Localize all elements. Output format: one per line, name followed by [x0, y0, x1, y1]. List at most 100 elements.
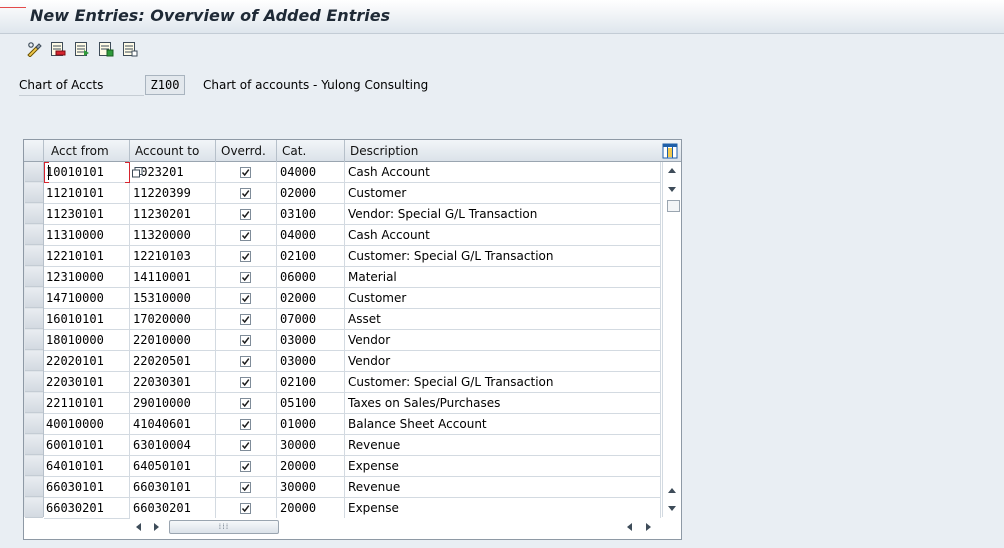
account-to-cell[interactable]: 63010004	[130, 435, 216, 456]
acct-from-cell[interactable]: 60010101	[44, 435, 130, 456]
override-checkbox[interactable]	[240, 377, 251, 388]
override-checkbox[interactable]	[240, 230, 251, 241]
vertical-scrollbar[interactable]	[662, 162, 681, 517]
account-to-cell[interactable]: 22030301	[130, 372, 216, 393]
acct-from-cell[interactable]: 16010101	[44, 309, 130, 330]
acct-from-cell[interactable]: 11310000	[44, 225, 130, 246]
description-cell[interactable]: Vendor: Special G/L Transaction	[345, 204, 661, 225]
row-selector[interactable]	[25, 456, 43, 476]
row-selector[interactable]	[25, 477, 43, 497]
row-selector[interactable]	[25, 435, 43, 455]
override-checkbox[interactable]	[240, 461, 251, 472]
description-cell[interactable]: Customer	[345, 288, 661, 309]
description-cell[interactable]: Vendor	[345, 351, 661, 372]
category-cell[interactable]: 07000	[277, 309, 345, 330]
category-cell[interactable]: 20000	[277, 498, 345, 519]
override-checkbox[interactable]	[240, 314, 251, 325]
scroll-page-up-icon[interactable]	[668, 488, 676, 493]
category-cell[interactable]: 30000	[277, 435, 345, 456]
override-checkbox[interactable]	[240, 482, 251, 493]
deselect-all-icon[interactable]	[98, 41, 114, 57]
account-to-cell[interactable]: 66030201	[130, 498, 216, 519]
category-cell[interactable]: 02100	[277, 372, 345, 393]
description-cell[interactable]: Customer: Special G/L Transaction	[345, 372, 661, 393]
category-cell[interactable]: 03100	[277, 204, 345, 225]
horizontal-scroll-thumb[interactable]: ⁞⁞⁞	[169, 520, 279, 534]
category-cell[interactable]: 01000	[277, 414, 345, 435]
override-checkbox[interactable]	[240, 398, 251, 409]
acct-from-cell[interactable]: 22020101	[44, 351, 130, 372]
category-cell[interactable]: 30000	[277, 477, 345, 498]
description-cell[interactable]: Taxes on Sales/Purchases	[345, 393, 661, 414]
account-to-cell[interactable]: 11320000	[130, 225, 216, 246]
acct-from-cell[interactable]: 12310000	[44, 267, 130, 288]
category-cell[interactable]: 02000	[277, 183, 345, 204]
account-to-cell[interactable]: 12210103	[130, 246, 216, 267]
account-to-cell[interactable]: 22010000	[130, 330, 216, 351]
override-checkbox[interactable]	[240, 209, 251, 220]
account-to-cell[interactable]: 14110001	[130, 267, 216, 288]
acct-from-cell[interactable]: 18010000	[44, 330, 130, 351]
scroll-up-icon[interactable]	[668, 168, 676, 173]
acct-from-cell[interactable]: 12210101	[44, 246, 130, 267]
row-selector[interactable]	[25, 288, 43, 308]
scroll-right-icon[interactable]	[154, 523, 159, 531]
acct-from-cell[interactable]: 11230101	[44, 204, 130, 225]
acct-from-cell[interactable]: 14710000	[44, 288, 130, 309]
scroll-down-icon[interactable]	[668, 187, 676, 192]
acct-from-cell[interactable]: 64010101	[44, 456, 130, 477]
override-checkbox[interactable]	[240, 293, 251, 304]
description-cell[interactable]: Vendor	[345, 330, 661, 351]
acct-from-cell[interactable]: 22110101	[44, 393, 130, 414]
override-checkbox[interactable]	[240, 251, 251, 262]
override-checkbox[interactable]	[240, 503, 251, 514]
select-all-icon[interactable]	[74, 41, 90, 57]
column-header-overrd[interactable]: Overrd.	[216, 140, 277, 162]
account-to-cell[interactable]: 66030101	[130, 477, 216, 498]
value-help-icon[interactable]	[132, 167, 143, 178]
description-cell[interactable]: Asset	[345, 309, 661, 330]
display-change-icon[interactable]	[26, 41, 42, 57]
category-cell[interactable]: 04000	[277, 225, 345, 246]
description-cell[interactable]: Customer	[345, 183, 661, 204]
description-cell[interactable]: Expense	[345, 498, 661, 519]
account-to-cell[interactable]: 15310000	[130, 288, 216, 309]
scroll-left-icon[interactable]	[136, 523, 141, 531]
row-selector[interactable]	[25, 309, 43, 329]
horizontal-scrollbar[interactable]: ⁞⁞⁞	[130, 518, 661, 538]
select-block-icon[interactable]	[122, 41, 138, 57]
override-checkbox[interactable]	[240, 419, 251, 430]
account-to-cell[interactable]: 17020000	[130, 309, 216, 330]
account-to-cell[interactable]: 64050101	[130, 456, 216, 477]
row-selector[interactable]	[25, 414, 43, 434]
description-cell[interactable]: Cash Account	[345, 225, 661, 246]
delete-entry-icon[interactable]	[50, 41, 66, 57]
account-to-cell[interactable]: 11230201	[130, 204, 216, 225]
override-checkbox[interactable]	[240, 167, 251, 178]
vertical-scroll-thumb[interactable]	[667, 200, 680, 212]
acct-from-cell[interactable]: 66030101	[44, 477, 130, 498]
description-cell[interactable]: Customer: Special G/L Transaction	[345, 246, 661, 267]
description-cell[interactable]: Revenue	[345, 435, 661, 456]
category-cell[interactable]: 03000	[277, 330, 345, 351]
category-cell[interactable]: 04000	[277, 162, 345, 183]
category-cell[interactable]: 02100	[277, 246, 345, 267]
acct-from-cell[interactable]: 66030201	[44, 498, 130, 519]
override-checkbox[interactable]	[240, 188, 251, 199]
row-selector[interactable]	[25, 225, 43, 245]
column-header-acct-from[interactable]: Acct from	[44, 140, 130, 162]
table-settings-icon[interactable]	[662, 143, 678, 159]
category-cell[interactable]: 02000	[277, 288, 345, 309]
scroll-page-down-icon[interactable]	[668, 506, 676, 511]
column-header-description[interactable]: Description	[345, 140, 661, 162]
row-selector[interactable]	[25, 330, 43, 350]
row-selector[interactable]	[25, 246, 43, 266]
override-checkbox[interactable]	[240, 440, 251, 451]
override-checkbox[interactable]	[240, 272, 251, 283]
description-cell[interactable]: Cash Account	[345, 162, 661, 183]
select-all-rows-corner[interactable]	[24, 140, 44, 162]
column-header-account-to[interactable]: Account to	[130, 140, 216, 162]
override-checkbox[interactable]	[240, 335, 251, 346]
row-selector[interactable]	[25, 498, 43, 518]
row-selector[interactable]	[25, 183, 43, 203]
